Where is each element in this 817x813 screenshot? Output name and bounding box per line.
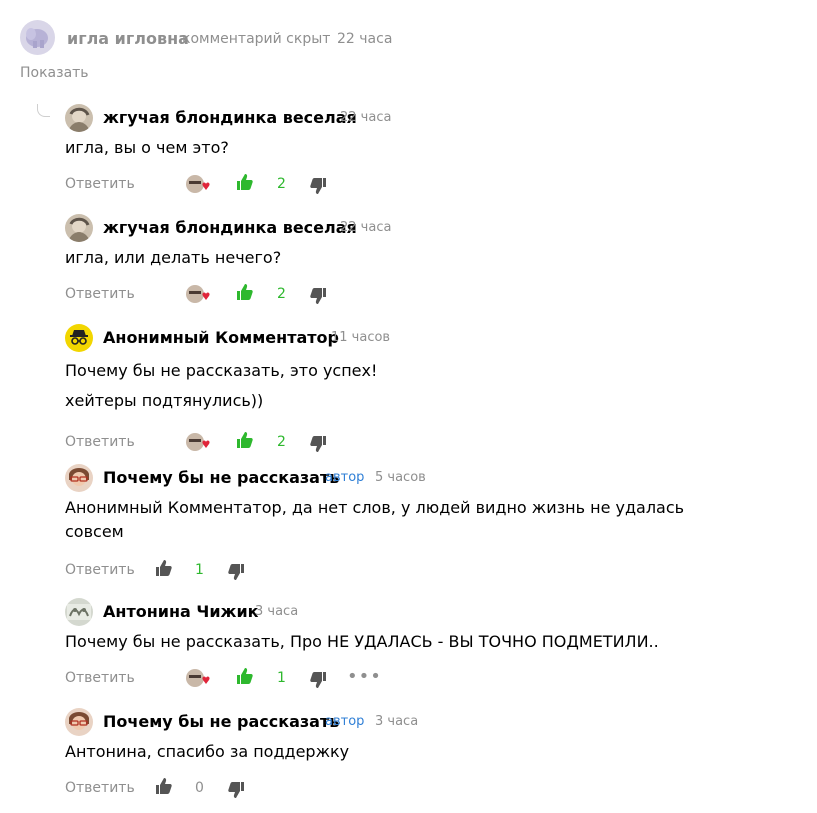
dislike-icon[interactable] <box>226 780 246 800</box>
comment-line: совсем <box>65 522 124 541</box>
comment-line: хейтеры подтянулись)) <box>65 391 264 410</box>
comment-time: 3 часа <box>375 714 419 729</box>
like-icon[interactable] <box>154 776 174 796</box>
comment-actions: Ответить 2 <box>65 174 805 198</box>
reply-button[interactable]: Ответить <box>65 176 135 192</box>
comment-actions: Ответить 1 <box>65 560 805 584</box>
thread-connector <box>37 104 50 117</box>
like-count: 2 <box>277 434 286 450</box>
comment: жгучая блондинка веселая 22 часа игла, в… <box>65 104 805 198</box>
comment-line: Почему бы не рассказать, Про НЕ УДАЛАСЬ … <box>65 632 659 651</box>
comment-text: Антонина, спасибо за поддержку <box>65 740 805 764</box>
hidden-comment-header: игла игловна комментарий скрыт 22 часа <box>20 20 800 56</box>
like-icon[interactable] <box>235 172 255 192</box>
comment-time: 22 часа <box>337 31 393 47</box>
dislike-icon[interactable] <box>308 176 328 196</box>
like-count: 1 <box>277 670 286 686</box>
like-count: 2 <box>277 176 286 192</box>
reactor-avatar-icon[interactable] <box>185 668 211 688</box>
comment-header: Анонимный Комментатор 11 часов <box>65 324 805 352</box>
comment-header: жгучая блондинка веселая 22 часа <box>65 214 805 242</box>
comment-time: 11 часов <box>331 330 391 345</box>
comment-actions: Ответить 2 <box>65 432 805 456</box>
comment: Почему бы не рассказать автор 5 часов Ан… <box>65 464 805 584</box>
comment: Антонина Чижик 3 часа Почему бы не расск… <box>65 598 805 692</box>
comment-author-name[interactable]: Почему бы не рассказать <box>103 712 339 731</box>
reply-button[interactable]: Ответить <box>65 670 135 686</box>
comment: Анонимный Комментатор 11 часов Почему бы… <box>65 324 805 456</box>
avatar[interactable] <box>65 214 93 242</box>
comment-header: жгучая блондинка веселая 22 часа <box>65 104 805 132</box>
comment-text: игла, или делать нечего? <box>65 246 805 270</box>
show-hidden-link[interactable]: Показать <box>20 65 89 81</box>
avatar[interactable] <box>65 104 93 132</box>
avatar[interactable] <box>65 708 93 736</box>
reactor-avatar-icon[interactable] <box>185 284 211 304</box>
comment-author-name[interactable]: жгучая блондинка веселая <box>103 218 357 237</box>
comment-text: Почему бы не рассказать, Про НЕ УДАЛАСЬ … <box>65 630 805 654</box>
comment: жгучая блондинка веселая 22 часа игла, и… <box>65 214 805 308</box>
comment-line: игла, или делать нечего? <box>65 248 282 267</box>
comment-time: 3 часа <box>255 604 299 619</box>
dislike-icon[interactable] <box>226 562 246 582</box>
hidden-author-name[interactable]: игла игловна <box>67 29 189 48</box>
like-icon[interactable] <box>154 558 174 578</box>
avatar[interactable] <box>20 20 55 55</box>
comment-author-name[interactable]: Антонина Чижик <box>103 602 259 621</box>
like-count: 1 <box>195 562 204 578</box>
avatar[interactable] <box>65 598 93 626</box>
reply-button[interactable]: Ответить <box>65 780 135 796</box>
comment-author-name[interactable]: Почему бы не рассказать <box>103 468 339 487</box>
dislike-icon[interactable] <box>308 286 328 306</box>
comment-line: Почему бы не рассказать, это успех! <box>65 361 378 380</box>
comment-author-name[interactable]: жгучая блондинка веселая <box>103 108 357 127</box>
comment-actions: Ответить 1 ••• <box>65 666 805 692</box>
comment-header: Почему бы не рассказать автор 5 часов <box>65 464 805 492</box>
reactor-avatar-icon[interactable] <box>185 174 211 194</box>
comment-header: Почему бы не рассказать автор 3 часа <box>65 708 805 736</box>
comment-time: 22 часа <box>340 220 392 235</box>
reply-button[interactable]: Ответить <box>65 286 135 302</box>
like-count: 2 <box>277 286 286 302</box>
dislike-icon[interactable] <box>308 434 328 454</box>
like-icon[interactable] <box>235 430 255 450</box>
dislike-icon[interactable] <box>308 670 328 690</box>
comment-time: 22 часа <box>340 110 392 125</box>
author-badge: автор <box>325 714 365 729</box>
comment-line: игла, вы о чем это? <box>65 138 229 157</box>
comment-text: Почему бы не рассказать, это успех! хейт… <box>65 356 805 416</box>
comment: Почему бы не рассказать автор 3 часа Ант… <box>65 708 805 802</box>
comment-actions: Ответить 2 <box>65 284 805 308</box>
like-icon[interactable] <box>235 666 255 686</box>
comment-header: Антонина Чижик 3 часа <box>65 598 805 626</box>
comment-actions: Ответить 0 <box>65 778 805 802</box>
avatar[interactable] <box>65 464 93 492</box>
like-count: 0 <box>195 780 204 796</box>
hidden-status: комментарий скрыт <box>182 31 331 47</box>
author-badge: автор <box>325 470 365 485</box>
comment-text: Анонимный Комментатор, да нет слов, у лю… <box>65 496 805 544</box>
comment-time: 5 часов <box>375 470 426 485</box>
like-icon[interactable] <box>235 282 255 302</box>
comment-text: игла, вы о чем это? <box>65 136 805 160</box>
reactor-avatar-icon[interactable] <box>185 432 211 452</box>
avatar[interactable] <box>65 324 93 352</box>
comment-author-name[interactable]: Анонимный Комментатор <box>103 328 339 347</box>
comment-line: Анонимный Комментатор, да нет слов, у лю… <box>65 498 685 517</box>
more-options-icon[interactable]: ••• <box>347 666 382 687</box>
reply-button[interactable]: Ответить <box>65 434 135 450</box>
reply-button[interactable]: Ответить <box>65 562 135 578</box>
comment-line: Антонина, спасибо за поддержку <box>65 742 350 761</box>
